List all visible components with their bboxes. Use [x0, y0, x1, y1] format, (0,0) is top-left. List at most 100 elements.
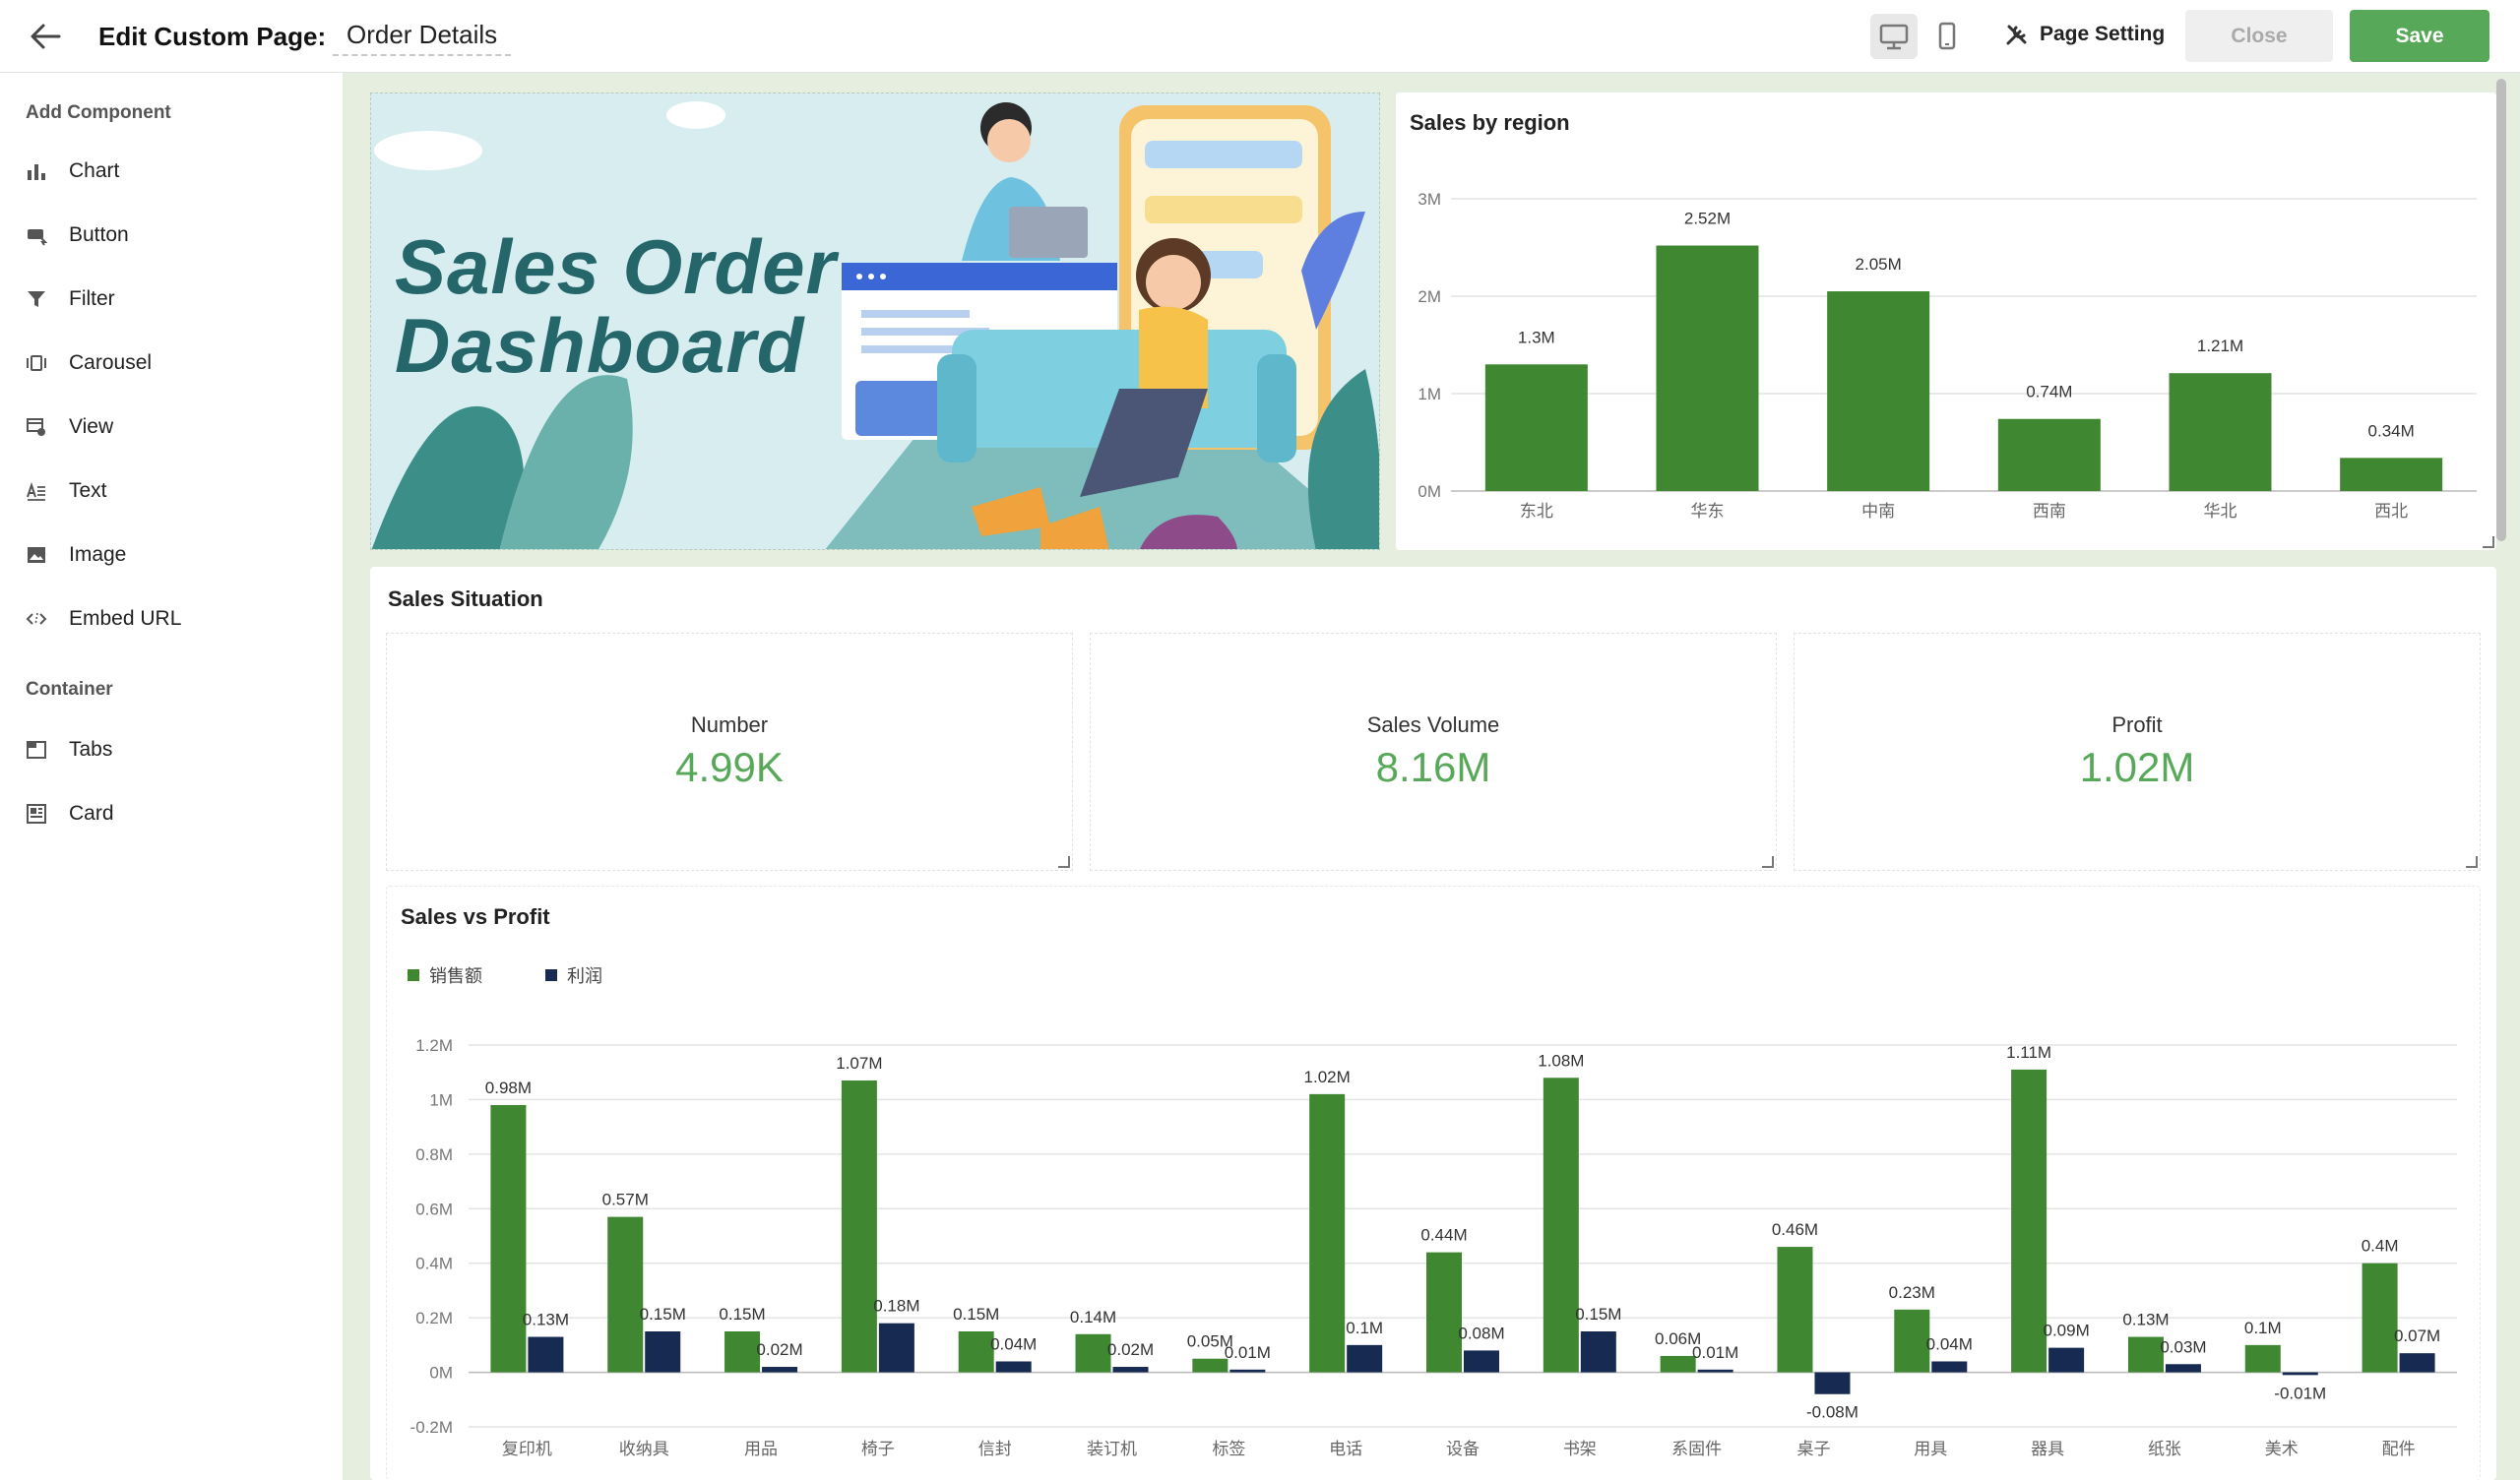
data-label: 0.01M: [1225, 1343, 1271, 1362]
y-tick-label: 0.2M: [415, 1309, 453, 1327]
bar: [1827, 291, 1930, 491]
sales-by-region-card[interactable]: Sales by region 0M 1M 2M 3M 1.3M 东北 2.52M 华东 2.0…: [1396, 92, 2496, 550]
data-label: 1.11M: [2006, 1043, 2051, 1062]
mobile-view-button[interactable]: [1923, 14, 1971, 59]
x-tick-label: 标签: [1212, 1440, 1245, 1458]
sidebar-item-chart[interactable]: Chart: [26, 152, 321, 191]
sales-bar: [1192, 1358, 1228, 1373]
sidebar-item-text[interactable]: Text: [26, 471, 321, 511]
code-icon: [26, 612, 47, 626]
sidebar-item-label: Button: [69, 223, 129, 246]
bar: [1484, 364, 1588, 491]
profit-bar: [1814, 1372, 1851, 1394]
sidebar-item-label: Tabs: [69, 738, 113, 761]
data-label: 0.15M: [640, 1305, 686, 1324]
resize-handle[interactable]: [2483, 536, 2494, 548]
data-label: 1.02M: [1304, 1068, 1351, 1086]
x-tick-label: 书架: [1563, 1440, 1597, 1458]
container-heading: Container: [26, 679, 113, 700]
sidebar-item-tabs[interactable]: Tabs: [26, 730, 321, 770]
page-setting-button[interactable]: Page Setting: [2004, 22, 2165, 47]
profit-bar: [1697, 1369, 1733, 1373]
card-title: Sales Situation: [388, 586, 543, 611]
sidebar-item-label: Carousel: [69, 351, 153, 374]
profit-bar: [1580, 1331, 1616, 1373]
button-icon: [28, 229, 47, 246]
component-sidebar: Add Component Chart Button Filter Carous…: [0, 73, 343, 1480]
legend-label: 利润: [567, 966, 602, 986]
legend-item-profit[interactable]: 利润: [545, 962, 602, 988]
x-tick-label: 桌子: [1796, 1440, 1830, 1458]
data-label: 0.01M: [1692, 1343, 1738, 1362]
card-title: Sales vs Profit: [401, 904, 550, 929]
sidebar-item-image[interactable]: Image: [26, 535, 321, 575]
y-tick-label: 0.8M: [415, 1145, 453, 1164]
x-tick-label: 配件: [2382, 1440, 2416, 1458]
data-label: 0.1M: [2244, 1319, 2282, 1337]
sales-bar: [1426, 1252, 1462, 1373]
data-label: 0.15M: [719, 1305, 765, 1324]
data-label: 0.46M: [1772, 1220, 1818, 1239]
data-label: 0.23M: [1889, 1283, 1935, 1302]
y-tick-label: 3M: [1418, 190, 1441, 209]
data-label: 0.02M: [1107, 1340, 1154, 1359]
sales-vs-profit-chart: -0.2M 0M 0.2M 0.4M 0.6M 0.8M 1M 1.2M 0.98M 0.13M 复…: [410, 1036, 2457, 1458]
sales-bar: [2362, 1263, 2398, 1373]
data-label: 0.15M: [953, 1305, 999, 1324]
profit-bar: [2282, 1372, 2318, 1376]
sidebar-item-view[interactable]: View: [26, 407, 321, 447]
sidebar-item-label: Text: [69, 479, 107, 502]
close-button[interactable]: Close: [2185, 10, 2333, 62]
bar-chart-icon: [28, 164, 45, 180]
metric-card-sales-volume[interactable]: Sales Volume 8.16M: [1090, 633, 1777, 871]
data-label: 0.03M: [2160, 1337, 2206, 1356]
y-tick-label: 0M: [429, 1364, 453, 1383]
data-label: -0.01M: [2274, 1384, 2326, 1402]
sales-bar: [2244, 1344, 2281, 1373]
x-tick-label: 华北: [2204, 502, 2237, 521]
header-bar: Edit Custom Page: Order Details Page Set…: [0, 0, 2520, 73]
save-button[interactable]: Save: [2350, 10, 2489, 62]
sales-bar: [841, 1080, 877, 1373]
sales-bar: [1894, 1309, 1930, 1373]
x-tick-label: 椅子: [861, 1440, 895, 1458]
legend-swatch: [545, 969, 557, 981]
x-tick-label: 西北: [2374, 502, 2408, 521]
profit-bar: [1464, 1350, 1499, 1373]
legend-item-sales[interactable]: 销售额: [408, 962, 482, 988]
view-icon: [27, 418, 45, 436]
sidebar-item-label: Embed URL: [69, 607, 182, 630]
y-tick-label: -0.2M: [410, 1418, 453, 1437]
sidebar-item-button[interactable]: Button: [26, 216, 321, 255]
banner-image[interactable]: Sales Order Dashboard: [370, 92, 1380, 550]
y-tick-label: 1.2M: [415, 1036, 453, 1055]
vertical-scrollbar[interactable]: [2496, 79, 2506, 541]
data-label: 0.07M: [2394, 1326, 2440, 1345]
profit-bar: [995, 1361, 1032, 1373]
metric-label: Profit: [2111, 712, 2163, 737]
sales-bar: [2127, 1336, 2164, 1373]
back-button[interactable]: [26, 18, 65, 55]
page-name-input[interactable]: Order Details: [333, 20, 512, 56]
resize-handle[interactable]: [1762, 856, 1774, 868]
metric-card-number[interactable]: Number 4.99K: [386, 633, 1073, 871]
sidebar-item-label: Image: [69, 543, 127, 566]
sidebar-item-embed-url[interactable]: Embed URL: [26, 599, 321, 639]
x-tick-label: 收纳具: [619, 1440, 669, 1458]
sidebar-item-filter[interactable]: Filter: [26, 279, 321, 319]
bar: [2340, 458, 2443, 491]
resize-handle[interactable]: [2466, 856, 2478, 868]
sidebar-item-card[interactable]: Card: [26, 794, 321, 833]
page-title-label: Edit Custom Page:: [98, 22, 327, 51]
resize-handle[interactable]: [1058, 856, 1070, 868]
metric-card-profit[interactable]: Profit 1.02M: [1794, 633, 2481, 871]
desktop-view-button[interactable]: [1870, 14, 1918, 59]
profit-bar: [762, 1367, 798, 1373]
page-setting-label: Page Setting: [2040, 23, 2166, 45]
sales-bar: [1075, 1333, 1111, 1373]
sidebar-item-carousel[interactable]: Carousel: [26, 343, 321, 383]
legend-label: 销售额: [429, 966, 482, 986]
y-tick-label: 0.4M: [415, 1255, 453, 1273]
data-label: 2.05M: [1856, 255, 1902, 274]
arrow-left-icon: [31, 24, 61, 49]
